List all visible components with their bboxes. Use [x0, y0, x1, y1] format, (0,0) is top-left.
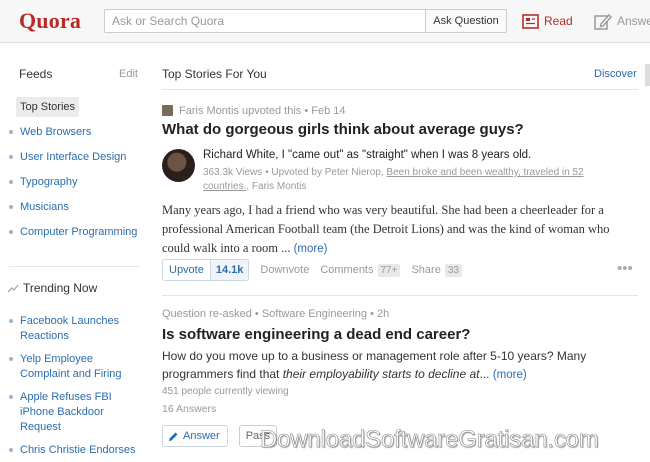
- newspaper-icon: [522, 13, 539, 29]
- trending-list: Facebook Launches Reactions Yelp Employe…: [9, 314, 140, 462]
- trending-icon: [7, 284, 19, 293]
- feed-item-label: Musicians: [20, 201, 69, 213]
- topic-link[interactable]: Software Engineering: [262, 308, 367, 320]
- more-link[interactable]: (more): [493, 369, 527, 381]
- meta-prefix: Question re-asked •: [162, 308, 262, 320]
- feed-item-typography[interactable]: Typography: [9, 172, 140, 197]
- scrollbar[interactable]: [645, 64, 650, 86]
- feed-item-label: User Interface Design: [20, 151, 127, 163]
- feed-item-label: Computer Programming: [20, 226, 138, 238]
- watermark: DownloadSoftwareGratisan.com: [260, 426, 599, 454]
- trending-item[interactable]: Apple Refuses FBI iPhone Backdoor Reques…: [9, 390, 140, 435]
- bullet-icon: [9, 155, 13, 159]
- author-credential[interactable]: Richard White, I "came out" as "straight…: [203, 149, 531, 161]
- feed-item-label: Top Stories: [16, 97, 80, 117]
- bullet-icon: [9, 395, 13, 399]
- nav-answer[interactable]: Answer: [594, 10, 650, 32]
- top-header: Quora Ask Question Read Answer: [0, 0, 650, 43]
- comments-button[interactable]: Comments 77+: [320, 263, 401, 277]
- bullet-icon: [9, 230, 13, 234]
- feed-list: Top Stories Web Browsers User Interface …: [9, 97, 140, 247]
- share-label: Share: [411, 264, 441, 276]
- trending-item-label: Chris Christie Endorses: [20, 444, 136, 456]
- stats-prefix: 363.3k Views • Upvoted by Peter Nierop,: [203, 167, 387, 178]
- trending-item-label: Facebook Launches Reactions: [20, 315, 120, 342]
- stats-suffix: , Faris Montis: [246, 181, 307, 192]
- quora-logo[interactable]: Quora: [19, 8, 81, 34]
- upvote-label: Upvote: [163, 260, 211, 280]
- feed-item-web-browsers[interactable]: Web Browsers: [9, 122, 140, 147]
- page-title: Top Stories For You: [162, 67, 267, 81]
- story-meta: Faris Montis upvoted this • Feb 14: [162, 103, 345, 118]
- nav-answer-label: Answer: [617, 14, 650, 28]
- details-ellipsis: ...: [479, 367, 490, 381]
- trending-item-label: Yelp Employee Complaint and Firing: [20, 353, 122, 380]
- question-title[interactable]: Is software engineering a dead end caree…: [162, 326, 470, 343]
- feed-item-label: Web Browsers: [20, 126, 92, 138]
- comments-count: 77+: [377, 263, 401, 277]
- comments-label: Comments: [320, 264, 374, 276]
- trending-item[interactable]: Yelp Employee Complaint and Firing: [9, 352, 140, 382]
- pencil-paper-icon: [594, 13, 612, 30]
- nav-read[interactable]: Read: [522, 10, 573, 32]
- pencil-icon: [169, 432, 178, 441]
- answer-actions: Upvote 14.1k Downvote Comments 77+ Share 33: [162, 259, 462, 281]
- answer-button-label: Answer: [183, 430, 220, 442]
- details-italic: their employability starts to decline at: [282, 367, 480, 381]
- answer-stats: 363.3k Views • Upvoted by Peter Nierop, …: [203, 166, 623, 194]
- answer-preview: Many years ago, I had a friend who was v…: [162, 201, 640, 259]
- viewing-count: 451 people currently viewing: [162, 386, 289, 397]
- sidebar-divider: [9, 266, 140, 267]
- feed-item-top-stories[interactable]: Top Stories: [9, 97, 140, 122]
- nav-read-label: Read: [544, 14, 573, 28]
- feed-item-user-interface-design[interactable]: User Interface Design: [9, 147, 140, 172]
- bullet-icon: [9, 448, 13, 452]
- question-title[interactable]: What do gorgeous girls think about avera…: [162, 121, 524, 138]
- trending-item[interactable]: Facebook Launches Reactions: [9, 314, 140, 344]
- feed-item-musicians[interactable]: Musicians: [9, 197, 140, 222]
- upvote-button[interactable]: Upvote 14.1k: [162, 259, 250, 281]
- title-divider: [162, 89, 638, 90]
- share-count: 33: [444, 263, 462, 277]
- story-meta: Question re-asked • Software Engineering…: [162, 308, 389, 320]
- feeds-title: Feeds: [19, 67, 53, 81]
- upvoter-meta-text: Faris Montis upvoted this • Feb 14: [179, 104, 346, 117]
- trending-title-label: Trending Now: [23, 281, 98, 295]
- feed-item-label: Typography: [20, 176, 78, 188]
- answer-text: Many years ago, I had a friend who was v…: [162, 203, 610, 255]
- bullet-icon: [9, 357, 13, 361]
- story-divider: [162, 295, 638, 296]
- author-avatar[interactable]: [162, 149, 195, 182]
- ask-question-button[interactable]: Ask Question: [425, 9, 507, 33]
- answers-count[interactable]: 16 Answers: [162, 403, 216, 415]
- search-input[interactable]: [104, 9, 425, 33]
- bullet-icon: [9, 180, 13, 184]
- trending-title: Trending Now: [7, 281, 97, 295]
- question-details: How do you move up to a business or mana…: [162, 347, 632, 384]
- bullet-icon: [9, 205, 13, 209]
- share-button[interactable]: Share 33: [411, 263, 462, 277]
- bullet-icon: [9, 319, 13, 323]
- more-link[interactable]: (more): [294, 243, 328, 255]
- edit-feeds-link[interactable]: Edit: [119, 68, 138, 80]
- trending-item[interactable]: Chris Christie Endorses: [9, 443, 140, 458]
- downvote-button[interactable]: Downvote: [260, 264, 309, 276]
- discover-link[interactable]: Discover: [594, 68, 637, 80]
- more-options-icon[interactable]: •••: [617, 260, 633, 277]
- bullet-icon: [9, 130, 13, 134]
- meta-suffix: • 2h: [367, 308, 390, 320]
- trending-item-label: Apple Refuses FBI iPhone Backdoor Reques…: [20, 391, 112, 433]
- answer-button[interactable]: Answer: [162, 425, 228, 447]
- avatar[interactable]: [162, 105, 173, 116]
- upvote-count: 14.1k: [210, 260, 249, 280]
- feed-item-computer-programming[interactable]: Computer Programming: [9, 222, 140, 247]
